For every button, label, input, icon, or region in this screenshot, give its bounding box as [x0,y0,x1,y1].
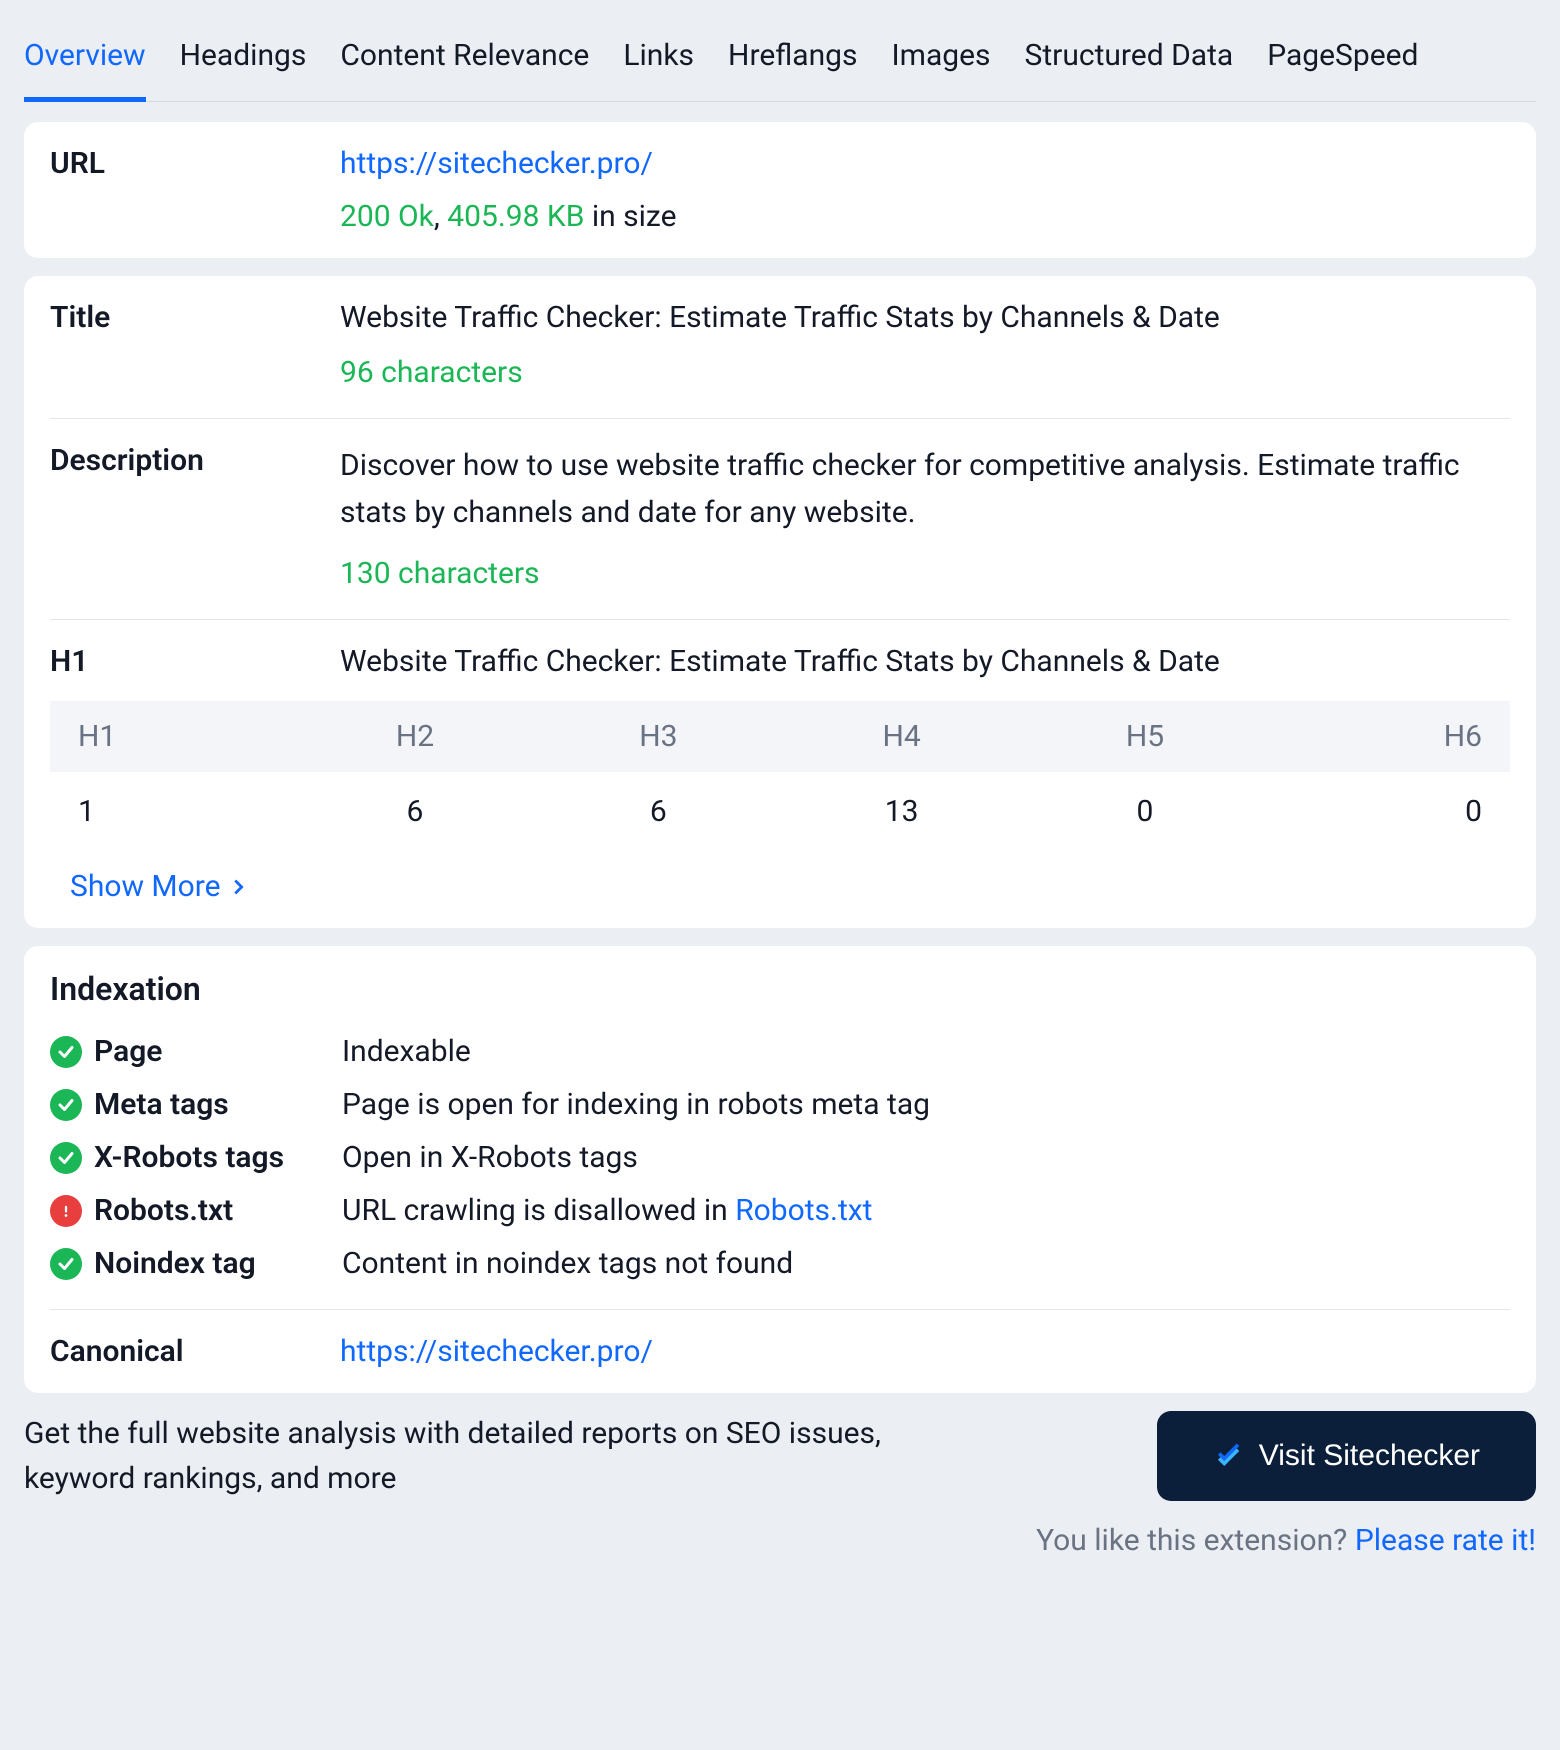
divider [50,619,1510,620]
rate-link[interactable]: Please rate it! [1355,1523,1536,1558]
count-h1: 1 [50,772,293,851]
show-more-button[interactable]: Show More [70,869,249,904]
description-chars: 130 characters [340,556,1510,591]
th-h2: H2 [293,701,536,772]
idx-label: Meta tags [94,1087,342,1122]
idx-value: Content in noindex tags not found [342,1246,1510,1281]
show-more-label: Show More [70,869,221,904]
th-h1: H1 [50,701,293,772]
indexation-title: Indexation [50,970,1510,1008]
visit-label: Visit Sitechecker [1259,1439,1480,1473]
divider [50,418,1510,419]
idx-robots-txt: Robots.txt URL crawling is disallowed in… [50,1193,1510,1228]
rate-prefix: You like this extension? [1036,1523,1355,1558]
page-size: 405.98 KB [447,199,584,234]
description-text: Discover how to use website traffic chec… [340,443,1510,536]
h1-text: Website Traffic Checker: Estimate Traffi… [340,644,1510,679]
check-icon [50,1036,82,1068]
divider [50,1309,1510,1310]
robots-txt-link[interactable]: Robots.txt [735,1193,872,1228]
idx-label: Noindex tag [94,1246,342,1281]
idx-value: Page is open for indexing in robots meta… [342,1087,1510,1122]
th-h5: H5 [1023,701,1266,772]
footer-text: Get the full website analysis with detai… [24,1411,976,1501]
visit-sitechecker-button[interactable]: Visit Sitechecker [1157,1411,1536,1501]
check-icon [50,1089,82,1121]
idx-label: X-Robots tags [94,1140,342,1175]
tab-images[interactable]: Images [892,24,991,101]
title-text: Website Traffic Checker: Estimate Traffi… [340,300,1510,335]
idx-meta-tags: Meta tags Page is open for indexing in r… [50,1087,1510,1122]
url-link[interactable]: https://sitechecker.pro/ [340,146,653,181]
rate-line: You like this extension? Please rate it! [1036,1523,1536,1558]
idx-label: Robots.txt [94,1193,342,1228]
alert-icon [50,1195,82,1227]
tab-structured-data[interactable]: Structured Data [1025,24,1234,101]
description-label: Description [50,443,340,478]
meta-card: Title Website Traffic Checker: Estimate … [24,276,1536,928]
h1-label: H1 [50,644,340,679]
idx-value: Indexable [342,1034,1510,1069]
idx-value: Open in X-Robots tags [342,1140,1510,1175]
th-h4: H4 [780,701,1023,772]
count-h5: 0 [1023,772,1266,851]
th-h3: H3 [537,701,780,772]
canonical-link[interactable]: https://sitechecker.pro/ [340,1334,653,1369]
count-h4: 13 [780,772,1023,851]
th-h6: H6 [1267,701,1510,772]
check-icon [50,1142,82,1174]
idx-value-prefix: URL crawling is disallowed in [342,1193,735,1228]
tab-content-relevance[interactable]: Content Relevance [340,24,589,101]
count-h2: 6 [293,772,536,851]
table-row: 1 6 6 13 0 0 [50,772,1510,851]
count-h3: 6 [537,772,780,851]
tab-overview[interactable]: Overview [24,24,146,102]
checkmark-logo-icon [1213,1441,1243,1471]
idx-page: Page Indexable [50,1034,1510,1069]
count-h6: 0 [1267,772,1510,851]
tab-links[interactable]: Links [623,24,694,101]
headings-table: H1 H2 H3 H4 H5 H6 1 6 6 13 0 0 [50,701,1510,851]
title-chars: 96 characters [340,355,1510,390]
tab-hreflangs[interactable]: Hreflangs [728,24,857,101]
idx-label: Page [94,1034,342,1069]
title-label: Title [50,300,340,335]
status-sep: , [434,199,447,234]
idx-noindex: Noindex tag Content in noindex tags not … [50,1246,1510,1281]
indexation-card: Indexation Page Indexable Meta tags Page… [24,946,1536,1393]
canonical-label: Canonical [50,1334,340,1369]
http-status: 200 Ok [340,199,434,234]
idx-value: URL crawling is disallowed in Robots.txt [342,1193,1510,1228]
tab-bar: Overview Headings Content Relevance Link… [24,24,1536,102]
chevron-right-icon [227,876,249,898]
check-icon [50,1248,82,1280]
tab-pagespeed[interactable]: PageSpeed [1267,24,1418,101]
idx-xrobots: X-Robots tags Open in X-Robots tags [50,1140,1510,1175]
url-label: URL [50,146,340,181]
footer: Get the full website analysis with detai… [24,1411,1536,1558]
tab-headings[interactable]: Headings [180,24,307,101]
page-size-suffix: in size [584,199,676,234]
url-card: URL https://sitechecker.pro/ 200 Ok, 405… [24,122,1536,258]
